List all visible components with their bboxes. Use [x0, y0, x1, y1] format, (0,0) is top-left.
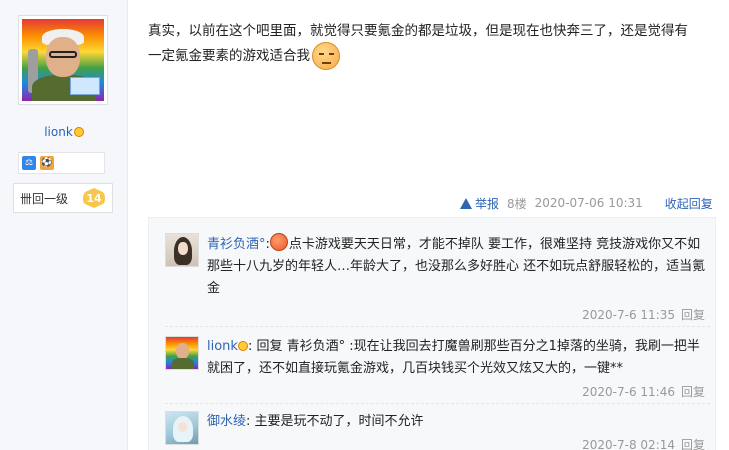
- reply-button[interactable]: 回复: [681, 385, 705, 399]
- reply-content: 青衫负酒°: 点卡游戏要天天日常，才能不掉队 要工作，很难坚持 竞技游戏你又不如那…: [207, 233, 707, 300]
- post-content: 真实，以前在这个吧里面，就觉得只要氪金的都是垃圾，但是现在也快奔三了，还是觉得有…: [148, 20, 713, 70]
- ball-badge-icon[interactable]: ⚽: [40, 156, 54, 170]
- reply-divider: [165, 403, 710, 404]
- reply-content: 御水绫: 主要是玩不动了，时间不允许: [207, 411, 707, 433]
- post-meta: 举报 8楼 2020-07-06 10:31 收起回复: [460, 194, 720, 212]
- username[interactable]: lionk: [0, 125, 128, 139]
- reply-block: 青衫负酒°: 点卡游戏要天天日常，才能不掉队 要工作，很难坚持 竞技游戏你又不如那…: [148, 217, 716, 450]
- reply-avatar[interactable]: [165, 336, 199, 370]
- level-badge: 14: [83, 188, 105, 208]
- reply-divider: [165, 326, 710, 327]
- badge-row: ⚖ ⚽: [18, 152, 105, 174]
- post-line-1: 真实，以前在这个吧里面，就觉得只要氪金的都是垃圾，但是现在也快奔三了，还是觉得有: [148, 23, 688, 39]
- collapse-replies-button[interactable]: 收起回复: [665, 195, 713, 212]
- post-line-2: 一定氪金要素的游戏适合我: [148, 42, 713, 70]
- reply-time: 2020-7-6 11:35: [582, 308, 675, 322]
- reply-footer: 2020-7-8 02:14 回复: [582, 436, 705, 450]
- reply-username[interactable]: lionk: [207, 339, 238, 354]
- user-panel: lionk ⚖ ⚽ 卌回一级 14: [0, 0, 128, 450]
- crown-icon: [73, 127, 84, 137]
- reply-avatar[interactable]: [165, 411, 199, 445]
- reply-time: 2020-7-6 11:46: [582, 385, 675, 399]
- reply-button[interactable]: 回复: [681, 438, 705, 450]
- unamused-face-emoji-icon: [312, 42, 340, 70]
- reply-username[interactable]: 御水绫: [207, 414, 246, 429]
- scale-badge-icon[interactable]: ⚖: [22, 156, 36, 170]
- reply-text: : 主要是玩不动了，时间不允许: [246, 414, 424, 429]
- reply-footer: 2020-7-6 11:46 回复: [582, 383, 705, 400]
- reply-avatar[interactable]: [165, 233, 199, 267]
- level-label: 卌回一级: [20, 191, 69, 206]
- user-avatar[interactable]: [18, 15, 108, 105]
- floor-number: 8楼: [507, 196, 527, 211]
- reply-footer: 2020-7-6 11:35 回复: [582, 306, 705, 323]
- reply-time: 2020-7-8 02:14: [582, 438, 675, 450]
- username-text[interactable]: lionk: [44, 125, 73, 139]
- reply-text: : 回复 青衫负酒° :现在让我回去打魔兽刷那些百分之1掉落的坐骑，我刷一把半就…: [207, 339, 700, 376]
- crown-icon: [237, 341, 248, 351]
- post-line-2-text: 一定氪金要素的游戏适合我: [148, 48, 310, 64]
- report-link[interactable]: 举报: [460, 195, 499, 212]
- reply-button[interactable]: 回复: [681, 308, 705, 322]
- report-label: 举报: [475, 196, 500, 211]
- avatar-image: [22, 19, 104, 101]
- reply-content: lionk: 回复 青衫负酒° :现在让我回去打魔兽刷那些百分之1掉落的坐骑，我…: [207, 336, 707, 380]
- warning-icon: [460, 197, 472, 209]
- reply-username[interactable]: 青衫负酒°: [207, 237, 266, 252]
- emoji-icon: [269, 233, 288, 251]
- post-timestamp: 2020-07-06 10:31: [534, 196, 643, 210]
- level-box[interactable]: 卌回一级 14: [13, 183, 113, 213]
